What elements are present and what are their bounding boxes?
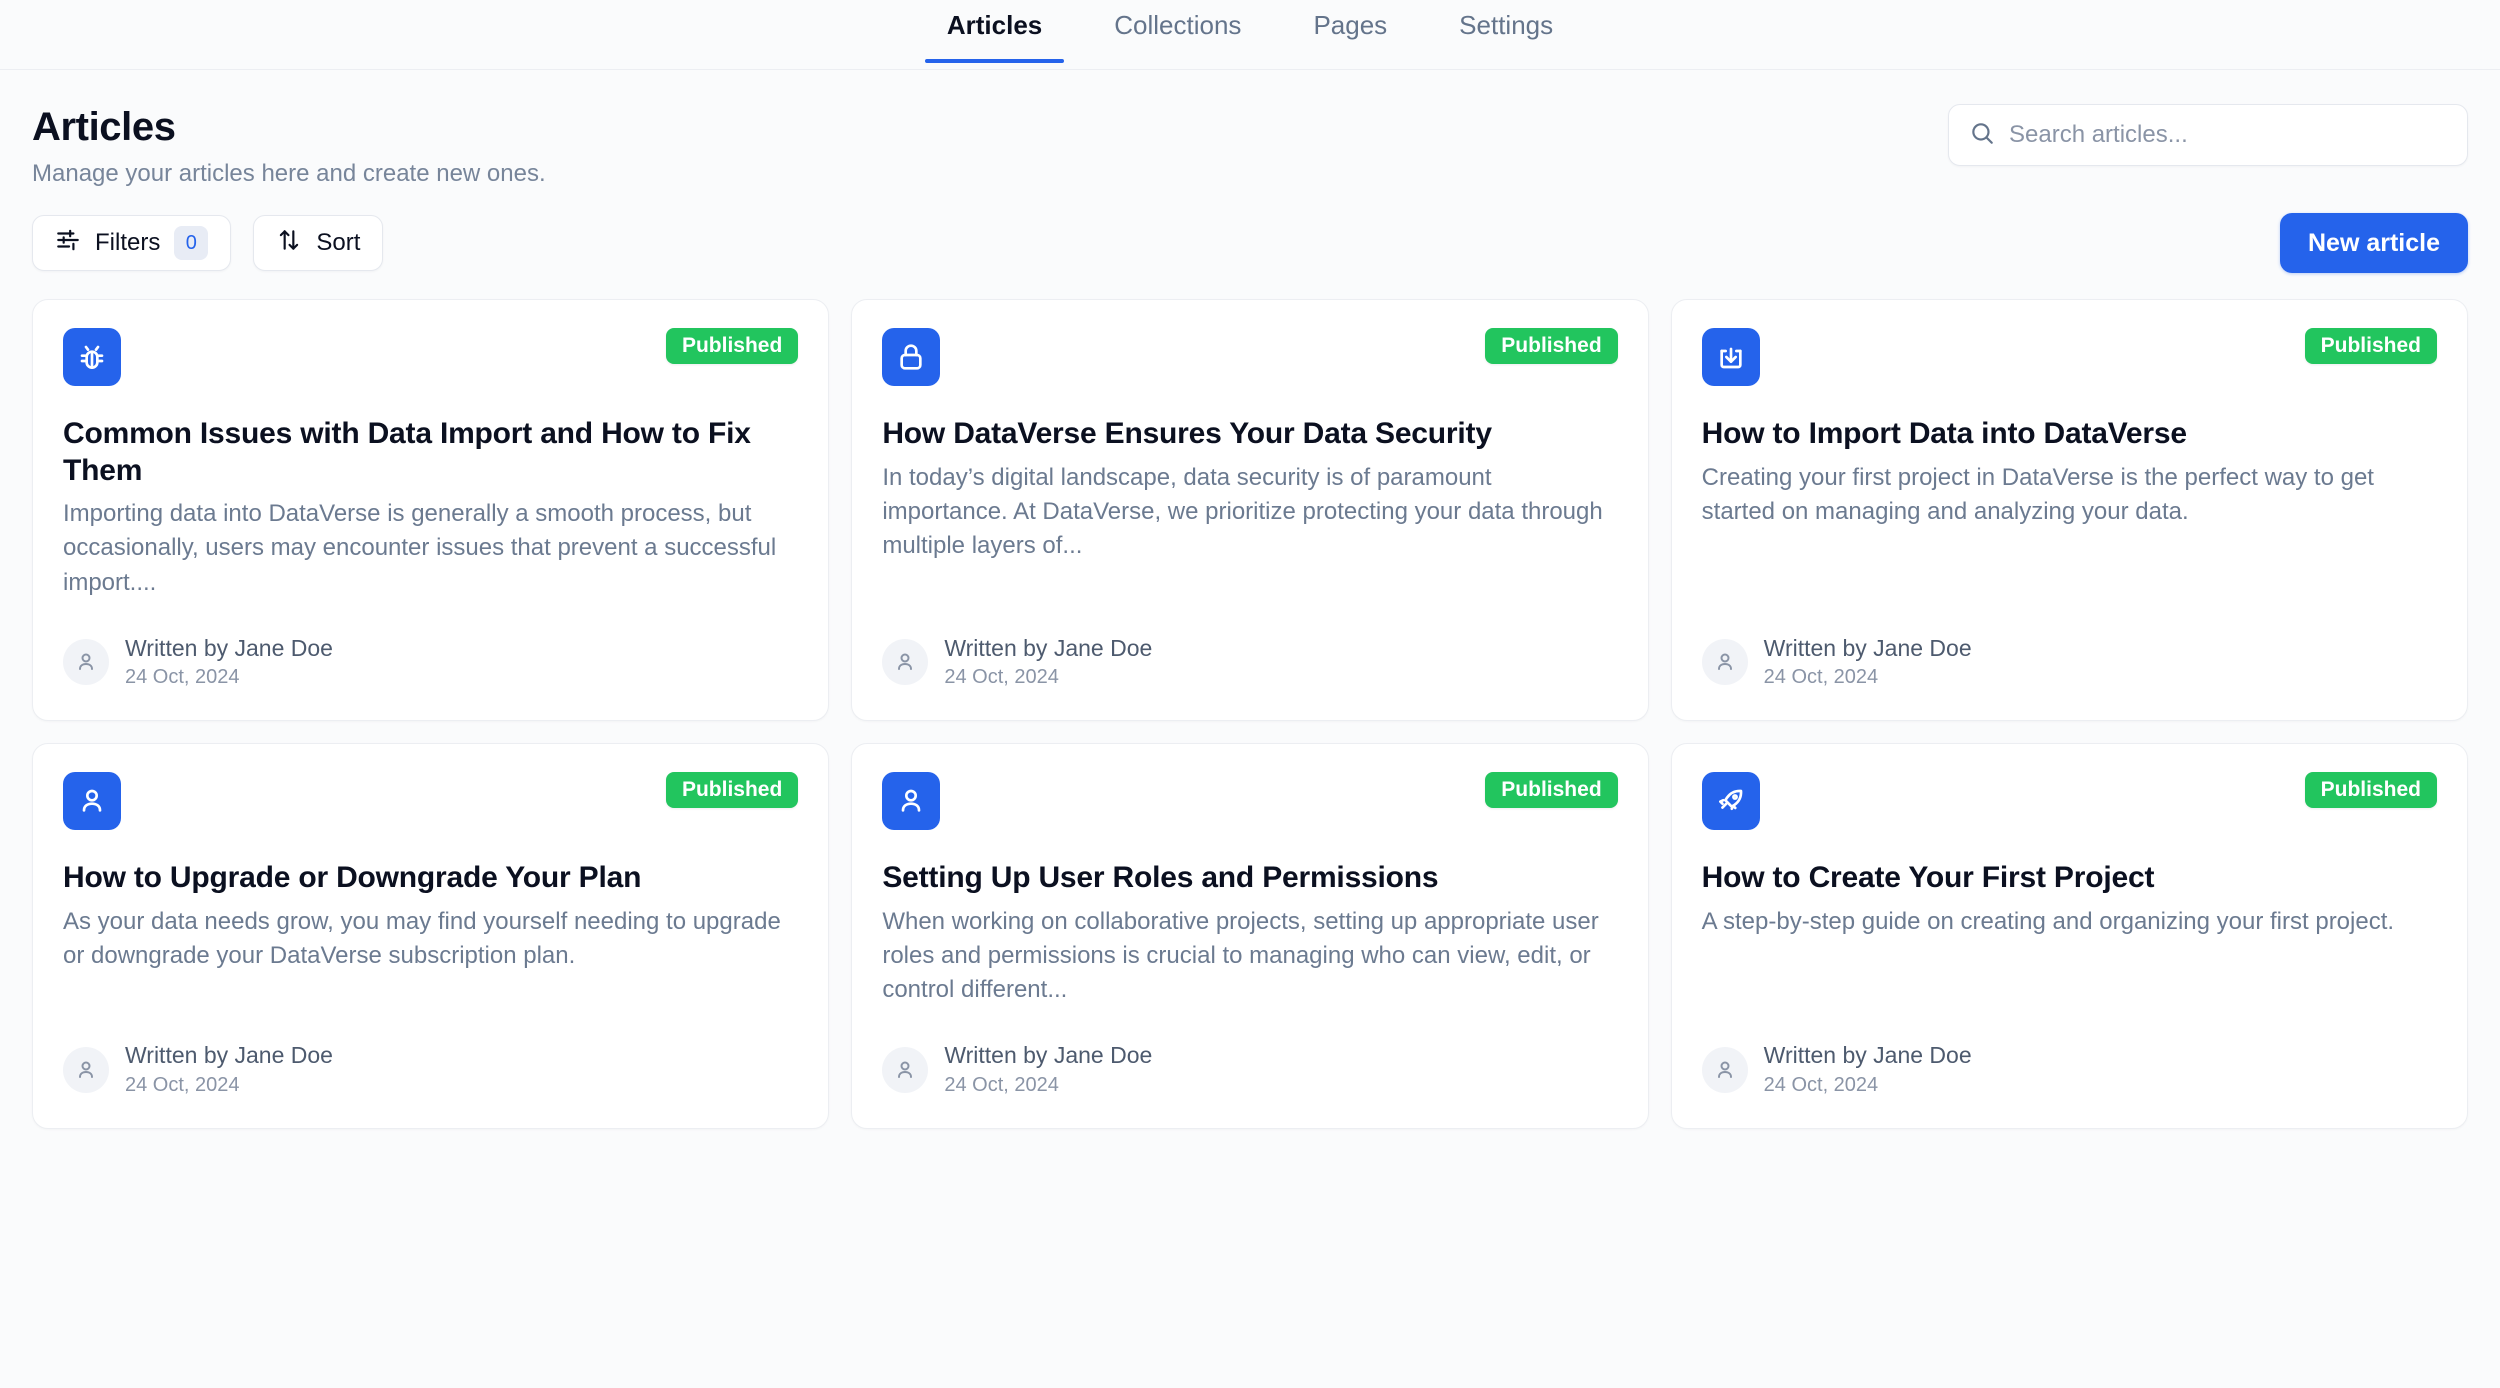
status-badge: Published — [666, 328, 798, 364]
author-date: 24 Oct, 2024 — [1764, 664, 1972, 690]
article-card[interactable]: Published How to Upgrade or Downgrade Yo… — [32, 743, 829, 1129]
card-footer: Written by Jane Doe 24 Oct, 2024 — [882, 1007, 1617, 1098]
author-name: Written by Jane Doe — [944, 634, 1152, 663]
author-date: 24 Oct, 2024 — [944, 1072, 1152, 1098]
status-badge: Published — [1485, 772, 1617, 808]
card-excerpt: As your data needs grow, you may find yo… — [63, 905, 798, 973]
author-block: Written by Jane Doe 24 Oct, 2024 — [944, 634, 1152, 691]
author-name: Written by Jane Doe — [1764, 634, 1972, 663]
author-block: Written by Jane Doe 24 Oct, 2024 — [125, 1041, 333, 1098]
author-date: 24 Oct, 2024 — [944, 664, 1152, 690]
card-title: Setting Up User Roles and Permissions — [882, 860, 1617, 897]
author-date: 24 Oct, 2024 — [125, 664, 333, 690]
card-footer: Written by Jane Doe 24 Oct, 2024 — [882, 600, 1617, 691]
card-footer: Written by Jane Doe 24 Oct, 2024 — [63, 600, 798, 691]
user-icon — [63, 772, 121, 830]
status-badge: Published — [2305, 772, 2437, 808]
new-article-button[interactable]: New article — [2280, 213, 2468, 273]
card-footer: Written by Jane Doe 24 Oct, 2024 — [1702, 1007, 2437, 1098]
card-title: How DataVerse Ensures Your Data Security — [882, 416, 1617, 453]
article-card[interactable]: Published Setting Up User Roles and Perm… — [851, 743, 1648, 1129]
sort-label: Sort — [316, 229, 360, 257]
card-excerpt: Creating your first project in DataVerse… — [1702, 461, 2437, 529]
articles-toolbar: Filters 0 Sort New article — [32, 213, 2468, 273]
rocket-icon — [1702, 772, 1760, 830]
author-block: Written by Jane Doe 24 Oct, 2024 — [125, 634, 333, 691]
status-badge: Published — [2305, 328, 2437, 364]
tab-collections[interactable]: Collections — [1078, 0, 1277, 63]
card-top: Published — [882, 772, 1617, 830]
card-excerpt: A step-by-step guide on creating and org… — [1702, 905, 2437, 939]
avatar — [882, 639, 928, 685]
tab-settings[interactable]: Settings — [1423, 0, 1589, 63]
bug-icon — [63, 328, 121, 386]
status-badge: Published — [1485, 328, 1617, 364]
card-top: Published — [1702, 772, 2437, 830]
filters-button[interactable]: Filters 0 — [32, 215, 231, 271]
page-title: Articles — [32, 104, 546, 150]
page-subtitle: Manage your articles here and create new… — [32, 158, 546, 189]
card-title: How to Create Your First Project — [1702, 860, 2437, 897]
card-top: Published — [63, 772, 798, 830]
avatar — [1702, 1047, 1748, 1093]
articles-grid: Published Common Issues with Data Import… — [32, 299, 2468, 1129]
search-input[interactable] — [2009, 121, 2447, 149]
card-title: How to Import Data into DataVerse — [1702, 416, 2437, 453]
card-top: Published — [63, 328, 798, 386]
avatar — [63, 1047, 109, 1093]
article-card[interactable]: Published How to Create Your First Proje… — [1671, 743, 2468, 1129]
author-block: Written by Jane Doe 24 Oct, 2024 — [944, 1041, 1152, 1098]
card-top: Published — [1702, 328, 2437, 386]
filters-label: Filters — [95, 229, 160, 257]
search-icon — [1969, 120, 1995, 151]
article-card[interactable]: Published How to Import Data into DataVe… — [1671, 299, 2468, 721]
author-date: 24 Oct, 2024 — [1764, 1072, 1972, 1098]
import-icon — [1702, 328, 1760, 386]
card-footer: Written by Jane Doe 24 Oct, 2024 — [1702, 600, 2437, 691]
card-title: How to Upgrade or Downgrade Your Plan — [63, 860, 798, 897]
page-header: Articles Manage your articles here and c… — [32, 70, 2468, 189]
sliders-icon — [55, 227, 81, 260]
article-card[interactable]: Published Common Issues with Data Import… — [32, 299, 829, 721]
author-name: Written by Jane Doe — [125, 634, 333, 663]
articles-page: Articles Manage your articles here and c… — [0, 70, 2500, 1129]
article-card[interactable]: Published How DataVerse Ensures Your Dat… — [851, 299, 1648, 721]
tab-articles[interactable]: Articles — [911, 0, 1078, 63]
author-block: Written by Jane Doe 24 Oct, 2024 — [1764, 1041, 1972, 1098]
lock-icon — [882, 328, 940, 386]
filters-count-badge: 0 — [174, 226, 208, 260]
author-block: Written by Jane Doe 24 Oct, 2024 — [1764, 634, 1972, 691]
user-icon — [882, 772, 940, 830]
card-excerpt: In today’s digital landscape, data secur… — [882, 461, 1617, 563]
status-badge: Published — [666, 772, 798, 808]
page-header-text: Articles Manage your articles here and c… — [32, 104, 546, 189]
main-tab-bar: Articles Collections Pages Settings — [0, 0, 2500, 70]
avatar — [1702, 639, 1748, 685]
author-name: Written by Jane Doe — [944, 1041, 1152, 1070]
card-top: Published — [882, 328, 1617, 386]
author-date: 24 Oct, 2024 — [125, 1072, 333, 1098]
avatar — [882, 1047, 928, 1093]
card-title: Common Issues with Data Import and How t… — [63, 416, 798, 489]
author-name: Written by Jane Doe — [1764, 1041, 1972, 1070]
avatar — [63, 639, 109, 685]
sort-button[interactable]: Sort — [253, 215, 383, 271]
arrows-up-down-icon — [276, 227, 302, 260]
toolbar-left-group: Filters 0 Sort — [32, 215, 383, 271]
card-excerpt: When working on collaborative projects, … — [882, 905, 1617, 1007]
card-footer: Written by Jane Doe 24 Oct, 2024 — [63, 1007, 798, 1098]
card-excerpt: Importing data into DataVerse is general… — [63, 497, 798, 599]
tab-pages[interactable]: Pages — [1277, 0, 1423, 63]
search-box[interactable] — [1948, 104, 2468, 166]
author-name: Written by Jane Doe — [125, 1041, 333, 1070]
